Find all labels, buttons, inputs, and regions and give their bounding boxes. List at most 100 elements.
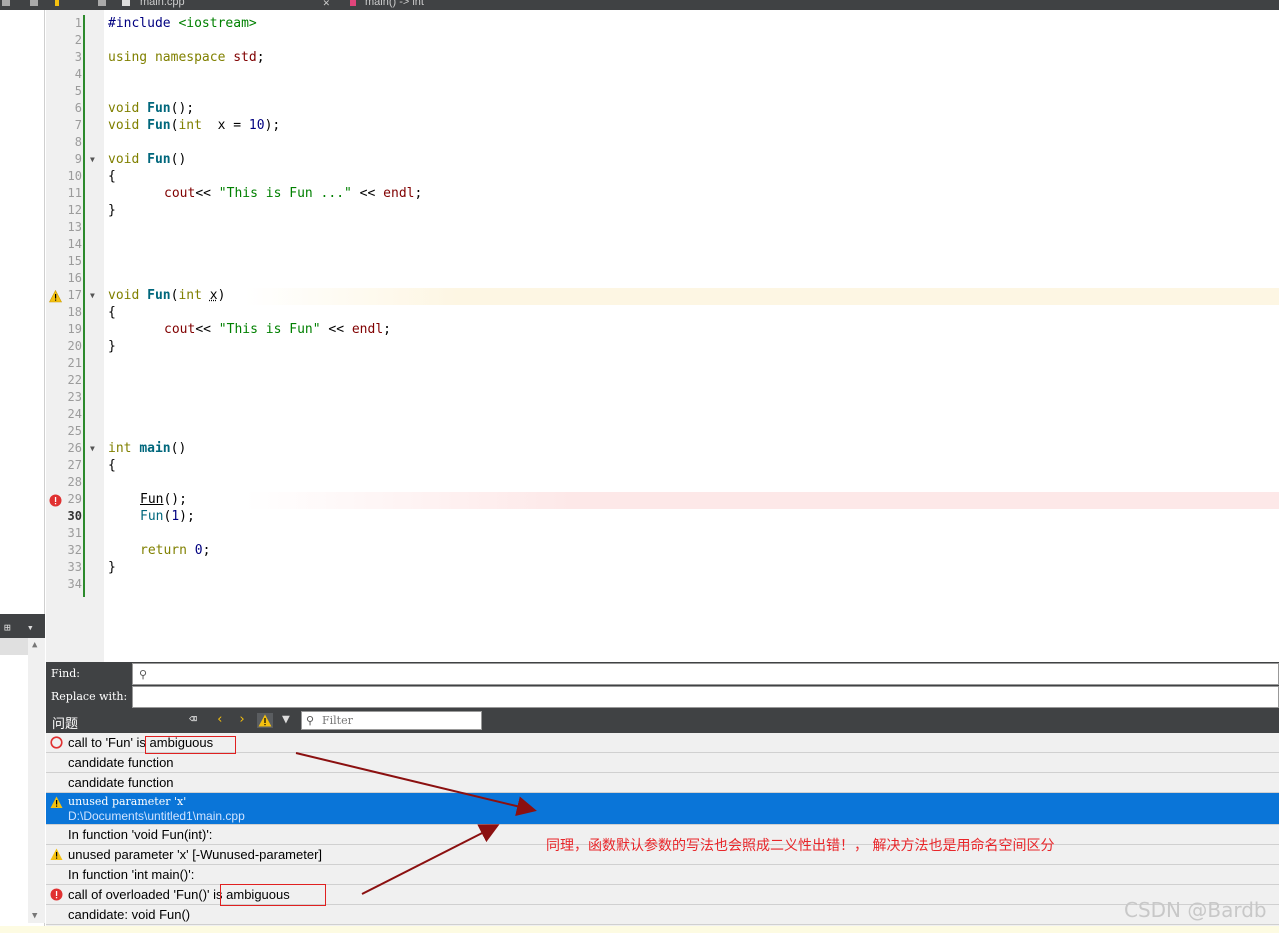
line-number: 21 xyxy=(67,356,82,370)
line-number: 32 xyxy=(67,543,82,557)
status-strip xyxy=(0,926,1279,933)
code-line-6: void Fun(); xyxy=(108,101,195,116)
line-number: 25 xyxy=(67,424,82,438)
search-icon: ⚲ xyxy=(306,714,315,727)
issue-file-path: D:\Documents\untitled1\main.cpp xyxy=(68,809,245,823)
issue-row[interactable]: candidate function xyxy=(46,773,1279,793)
line-number: 33 xyxy=(67,560,82,574)
lock-icon xyxy=(98,0,106,6)
back-icon[interactable] xyxy=(55,0,59,6)
line-number: 18 xyxy=(67,305,82,319)
next-icon[interactable]: › xyxy=(238,712,246,727)
code-line-20: } xyxy=(108,339,116,354)
close-icon[interactable]: ✕ xyxy=(323,0,330,9)
side-panel: ⊞ ▾ ▲ ▼ xyxy=(0,10,45,933)
side-panel-scrollbar[interactable]: ▲ ▼ xyxy=(28,638,45,923)
issue-text: In function 'void Fun(int)': xyxy=(68,827,213,842)
error-icon xyxy=(50,888,63,901)
line-number: 9 xyxy=(74,152,82,166)
line-number: 34 xyxy=(67,577,82,591)
filter-placeholder: Filter xyxy=(322,714,353,727)
issue-text: unused parameter 'x' xyxy=(68,795,187,808)
line-number: 2 xyxy=(74,33,82,47)
replace-label: Replace with: xyxy=(51,690,128,703)
code-line-1: #include <iostream> xyxy=(108,16,257,31)
line-number: 1 xyxy=(74,16,82,30)
document-icon[interactable] xyxy=(30,0,38,6)
scroll-down-icon[interactable]: ▼ xyxy=(32,911,37,921)
warning-icon xyxy=(49,290,62,303)
line-number-gutter[interactable]: 1 2 3 4 5 6 7 8 9 10 11 12 13 14 15 16 17 18 19 20 21 22 23 24 2… xyxy=(46,10,104,662)
file-icon xyxy=(122,0,130,6)
code-line-32: return 0; xyxy=(140,543,211,558)
issue-text: candidate function xyxy=(68,775,174,790)
line-number: 28 xyxy=(67,475,82,489)
line-number: 19 xyxy=(67,322,82,336)
function-icon xyxy=(350,0,356,6)
code-line-10: { xyxy=(108,169,116,184)
code-line-11: cout<< "This is Fun ..." << endl; xyxy=(164,186,423,201)
issue-row[interactable]: candidate: void Fun() xyxy=(46,905,1279,925)
code-line-18: { xyxy=(108,305,116,320)
code-line-26: int main() xyxy=(108,441,187,456)
code-area[interactable]: #include <iostream> using namespace std;… xyxy=(108,10,1279,662)
line-number: 20 xyxy=(67,339,82,353)
line-number: 24 xyxy=(67,407,82,421)
code-editor[interactable]: 1 2 3 4 5 6 7 8 9 10 11 12 13 14 15 16 17 18 19 20 21 22 23 24 2… xyxy=(46,10,1279,662)
issue-text: candidate: void Fun() xyxy=(68,907,191,922)
issues-title: 问题 xyxy=(52,717,79,732)
filter-input[interactable]: ⚲ Filter xyxy=(301,711,482,730)
file-tab[interactable]: main.cpp xyxy=(140,0,185,8)
error-icon xyxy=(49,494,62,507)
code-line-19: cout<< "This is Fun" << endl; xyxy=(164,322,391,337)
filter-icon[interactable]: ▼ xyxy=(282,712,290,727)
code-line-3: using namespace std; xyxy=(108,50,265,65)
line-number: 4 xyxy=(74,67,82,81)
line-number: 12 xyxy=(67,203,82,217)
line-number: 23 xyxy=(67,390,82,404)
annotation-box xyxy=(145,736,236,754)
line-number: 3 xyxy=(74,50,82,64)
editor-toolbar: main.cpp ✕ main() -> int xyxy=(0,0,1279,10)
clean-icon[interactable]: ⌫ xyxy=(189,712,197,727)
side-panel-selection[interactable] xyxy=(0,638,28,655)
find-replace-bar: Find: ⚲ Replace with: xyxy=(46,662,1279,708)
line-number: 13 xyxy=(67,220,82,234)
line-number: 31 xyxy=(67,526,82,540)
issue-row[interactable]: candidate function xyxy=(46,753,1279,773)
search-icon[interactable]: ⚲ xyxy=(139,668,147,681)
find-input[interactable]: ⚲ xyxy=(132,663,1279,685)
issue-row[interactable]: In function 'int main()': xyxy=(46,865,1279,885)
split-icon[interactable] xyxy=(2,0,10,6)
replace-input[interactable] xyxy=(132,686,1279,708)
issue-text: In function 'int main()': xyxy=(68,867,195,882)
line-number: 22 xyxy=(67,373,82,387)
issues-pane-header: 问题 ⌫ ‹ › ▼ ⚲ Filter xyxy=(46,708,1279,733)
issue-row-selected[interactable]: unused parameter 'x' D:\Documents\untitl… xyxy=(46,793,1279,825)
line-number: 14 xyxy=(67,237,82,251)
fold-arrow-icon[interactable]: ▼ xyxy=(90,440,95,457)
change-bar xyxy=(83,15,85,597)
error-outline-icon xyxy=(50,736,63,749)
line-number: 5 xyxy=(74,84,82,98)
split-icon[interactable]: ⊞ xyxy=(4,621,11,634)
fold-arrow-icon[interactable]: ▼ xyxy=(90,287,95,304)
line-number: 7 xyxy=(74,118,82,132)
line-number: 11 xyxy=(67,186,82,200)
line-number: 26 xyxy=(67,441,82,455)
code-line-12: } xyxy=(108,203,116,218)
line-number: 15 xyxy=(67,254,82,268)
warning-filter-icon[interactable] xyxy=(257,713,273,728)
annotation-box xyxy=(220,884,326,906)
function-crumb[interactable]: main() -> int xyxy=(365,0,424,8)
issue-text: candidate function xyxy=(68,755,174,770)
scroll-up-icon[interactable]: ▲ xyxy=(32,640,37,650)
code-line-17: void Fun(int x) xyxy=(108,288,226,303)
line-number: 10 xyxy=(67,169,82,183)
previous-icon[interactable]: ‹ xyxy=(216,712,224,727)
fold-arrow-icon[interactable]: ▼ xyxy=(90,151,95,168)
code-line-33: } xyxy=(108,560,116,575)
find-label: Find: xyxy=(51,667,80,680)
dropdown-icon[interactable]: ▾ xyxy=(27,621,34,634)
annotation-text: 同理，函数默认参数的写法也会照成二义性出错！， 解决方法也是用命名空间区分 xyxy=(546,838,1055,854)
